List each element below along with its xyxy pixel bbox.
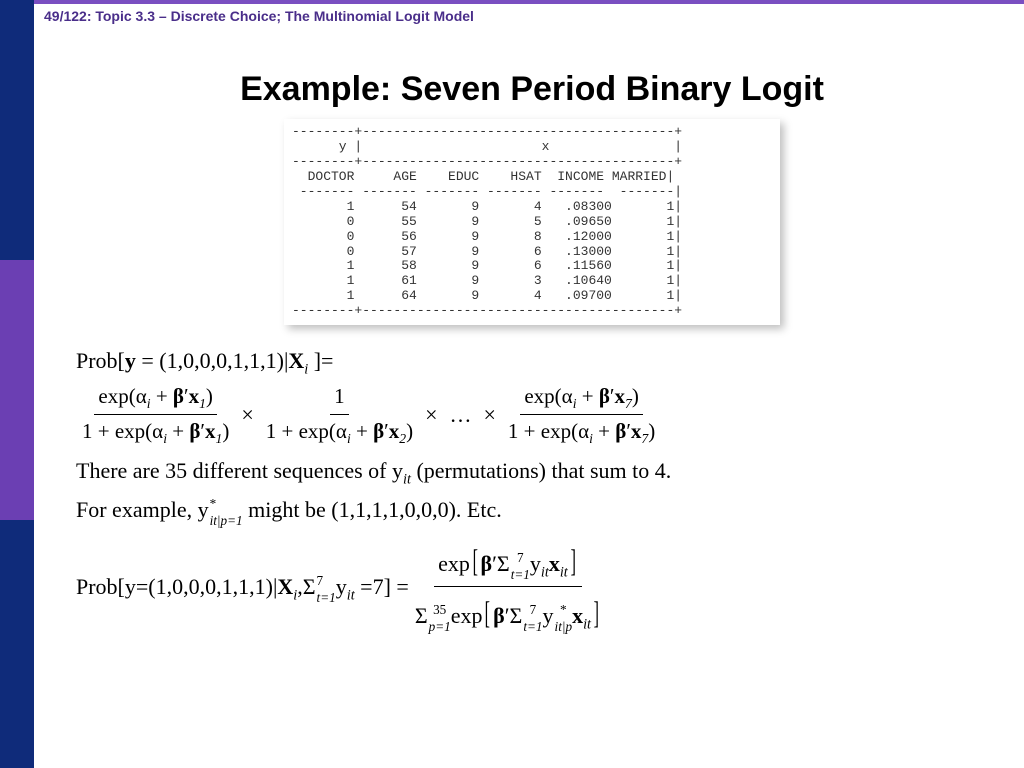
times-3: × xyxy=(484,397,496,432)
math-block: Prob[y = (1,0,0,0,1,1,1)|Xi ]= exp(αi + … xyxy=(76,343,994,638)
slide-title: Example: Seven Period Binary Logit xyxy=(70,70,994,109)
slide-content: Example: Seven Period Binary Logit -----… xyxy=(70,70,994,640)
text-line-2: For example, y*it|p=1 might be (1,1,1,1,… xyxy=(76,492,994,527)
final-frac: exp[β′Σ7t=1yitxit] Σ35p=1exp[β′Σ7t=1y*it… xyxy=(411,535,606,638)
frac-7: exp(αi + β′x7) 1 + exp(αi + β′x7) xyxy=(504,380,659,448)
prob2-lhs: Prob[y=(1,0,0,0,1,1,1)|Xi,Σ7t=1yit =7] = xyxy=(76,569,409,604)
slide-header: 49/122: Topic 3.3 – Discrete Choice; The… xyxy=(44,8,474,24)
frac-1: exp(αi + β′x1) 1 + exp(αi + β′x1) xyxy=(78,380,233,448)
slide: 49/122: Topic 3.3 – Discrete Choice; The… xyxy=(0,0,1024,768)
prob-line-2: Prob[y=(1,0,0,0,1,1,1)|Xi,Σ7t=1yit =7] =… xyxy=(76,535,994,638)
product-line: exp(αi + β′x1) 1 + exp(αi + β′x1) × 1 1 … xyxy=(76,380,994,448)
prob-label: Prob[y = (1,0,0,0,1,1,1)|Xi ]= xyxy=(76,343,333,378)
times-2: × xyxy=(425,397,437,432)
text-line-1: There are 35 different sequences of yit … xyxy=(76,453,994,488)
frac-2: 1 1 + exp(αi + β′x2) xyxy=(262,380,417,448)
prob-line: Prob[y = (1,0,0,0,1,1,1)|Xi ]= xyxy=(76,343,994,378)
sidebar-accent-purple xyxy=(0,260,34,520)
top-border xyxy=(34,0,1024,4)
data-table: --------+-------------------------------… xyxy=(284,119,780,325)
dots: … xyxy=(450,397,472,432)
times-1: × xyxy=(241,397,253,432)
